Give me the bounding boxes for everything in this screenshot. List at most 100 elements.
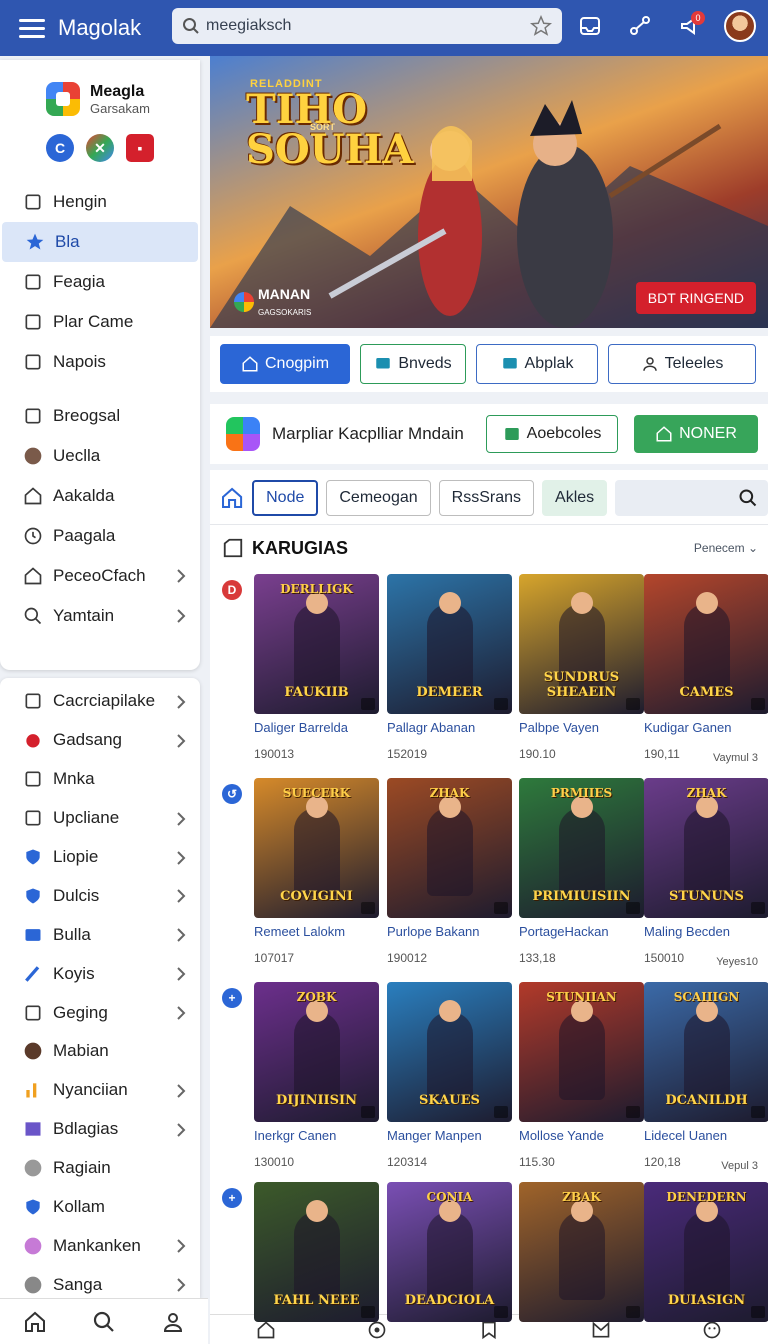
action-button-3[interactable]: Abplak <box>476 344 598 384</box>
game-meta: 190.10 <box>519 747 556 761</box>
sidebar-item-cacrciapilake[interactable]: Cacrciapilake <box>0 682 200 721</box>
sidebar-item-plar-came[interactable]: Plar Came <box>0 302 200 342</box>
chevron-down-icon: ⌄ <box>747 541 758 555</box>
game-card[interactable]: STUNIIAN Mollose Yande 115.30 <box>519 982 644 1169</box>
game-card[interactable]: ZHAK STUNUNS Maling Becden 150010 <box>644 778 768 965</box>
star-icon[interactable] <box>530 15 552 37</box>
search-icon[interactable] <box>92 1310 116 1334</box>
sidebar-item-hengin[interactable]: Hengin <box>0 182 200 222</box>
top-icons: 0 <box>572 8 758 44</box>
chevron-right-icon <box>176 966 186 987</box>
profile-icon[interactable] <box>161 1310 185 1334</box>
sidebar-item-breogsal[interactable]: Breogsal <box>0 396 200 436</box>
sidebar-item-feagia[interactable]: Feagia <box>0 262 200 302</box>
game-card[interactable]: SKAUES Manger Manpen 120314 <box>387 982 512 1169</box>
home-icon[interactable] <box>23 1310 47 1334</box>
action-button-2[interactable]: Bnveds <box>360 344 466 384</box>
sort-dropdown[interactable]: Penecem ⌄ <box>694 541 758 555</box>
sidebar-item-peceocfach[interactable]: PeceoCfach <box>0 556 200 596</box>
folder-icon <box>223 538 243 558</box>
chevron-right-icon <box>176 811 186 832</box>
sidebar-item-label: Ueclla <box>53 446 101 465</box>
c-app-icon[interactable]: C <box>46 134 74 162</box>
filter-chip-3[interactable]: RssSrans <box>438 480 535 516</box>
mail-icon <box>22 1157 44 1179</box>
art-title-text: CAMES <box>679 685 734 700</box>
sidebar-item-bulla[interactable]: Bulla <box>0 915 200 954</box>
character-figure <box>427 808 473 896</box>
sidebar-item-mabian[interactable]: Mabian <box>0 1032 200 1071</box>
game-thumbnail: CAMES <box>644 574 768 714</box>
action-label-3: Abplak <box>524 355 574 372</box>
game-card[interactable]: CONIA DEADCIOLA <box>387 1182 512 1322</box>
sidebar-item-ragiain[interactable]: Ragiain <box>0 1149 200 1188</box>
chat-icon <box>502 358 517 369</box>
sidebar-item-napois[interactable]: Napois <box>0 342 200 382</box>
art-top-text: ZOBK <box>296 990 337 1004</box>
action-button-4[interactable]: Teleeles <box>608 344 756 384</box>
sidebar-item-yamtain[interactable]: Yamtain <box>0 596 200 636</box>
sidebar-item-label: Paagala <box>53 526 116 545</box>
account-header[interactable]: Meagla Garsakam <box>0 60 200 116</box>
notifications-icon[interactable]: 0 <box>672 8 708 44</box>
search-input[interactable] <box>206 17 530 35</box>
sidebar-item-bla[interactable]: Bla <box>2 222 198 262</box>
game-card[interactable]: ZOBK DIJINIISIN Inerkgr Canen 130010 <box>254 982 379 1169</box>
game-card[interactable]: SCAIIIGN DCANILDH Lidecel Uanen 120,18 <box>644 982 768 1169</box>
sidebar-item-upcliane[interactable]: Upcliane <box>0 799 200 838</box>
game-card[interactable]: SUECERK COVIGINI Remeet Lalokm 107017 <box>254 778 379 965</box>
hero-brand-name: MANAN <box>258 286 311 302</box>
game-card[interactable]: ZHAK Purlope Bakann 190012 <box>387 778 512 965</box>
game-card[interactable]: DEMEER Pallagr Abanan 152019 <box>387 574 512 761</box>
sidebar-item-nyanciian[interactable]: Nyanciian <box>0 1071 200 1110</box>
sidebar-item-bdlagias[interactable]: Bdlagias <box>0 1110 200 1149</box>
game-card[interactable]: SUNDRUS SHEAEIN Palbpe Vayen 190.10 <box>519 574 644 761</box>
game-meta: 130010 <box>254 1155 295 1169</box>
sidebar-item-koyis[interactable]: Koyis <box>0 954 200 993</box>
filter-chip-1[interactable]: Node <box>252 480 319 516</box>
promo-button-1[interactable]: Aoebcoles <box>486 415 618 453</box>
action-button-1[interactable]: Cnogpim <box>220 344 350 384</box>
game-meta: 152019 <box>387 747 428 761</box>
game-card[interactable]: CAMES Kudigar Ganen 190,11 <box>644 574 768 761</box>
chevron-right-icon <box>176 733 186 754</box>
sidebar-item-paagala[interactable]: Paagala <box>0 516 200 556</box>
sidebar-item-kollam[interactable]: Kollam <box>0 1188 200 1227</box>
pinwheel-app-icon[interactable]: ✕ <box>86 134 114 162</box>
game-card[interactable]: DENEDERN DUIASIGN <box>644 1182 768 1322</box>
share-icon[interactable] <box>622 8 658 44</box>
sidebar-item-dulcis[interactable]: Dulcis <box>0 876 200 915</box>
menu-button[interactable] <box>10 6 54 50</box>
profile-avatar[interactable] <box>722 8 758 44</box>
character-figure <box>294 1212 340 1300</box>
sidebar-item-geging[interactable]: Geging <box>0 993 200 1032</box>
character-head <box>306 1200 328 1222</box>
home-icon[interactable] <box>220 485 244 511</box>
game-card[interactable]: FAHL NEEE <box>254 1182 379 1322</box>
hero-cta-button[interactable]: BDT RINGEND <box>635 282 756 314</box>
sidebar-item-mankanken[interactable]: Mankanken <box>0 1226 200 1265</box>
sidebar-item-aakalda[interactable]: Aakalda <box>0 476 200 516</box>
sidebar-item-gadsang[interactable]: Gadsang <box>0 721 200 760</box>
game-card[interactable]: PRMIIES PRIMIUISIIN PortageHackan 133,18 <box>519 778 644 965</box>
inbox-icon[interactable] <box>572 8 608 44</box>
game-thumbnail: DENEDERN DUIASIGN <box>644 1182 768 1322</box>
filter-chip-2[interactable]: Cemeogan <box>326 480 431 516</box>
sidebar-item-liopie[interactable]: Liopie <box>0 838 200 877</box>
game-title: Remeet Lalokm <box>254 924 346 939</box>
sidebar-item-ueclla[interactable]: Ueclla <box>0 436 200 476</box>
account-name: Meagla <box>90 82 145 100</box>
filter-search-button[interactable] <box>615 480 768 516</box>
search-bar[interactable] <box>172 8 562 44</box>
chevron-right-icon <box>176 927 186 948</box>
game-card[interactable]: DERLLIGK FAUKIIB Daliger Barrelda 190013 <box>254 574 379 761</box>
shield-icon <box>22 846 44 868</box>
hero-banner[interactable]: RELADDINT TIHO SOUHA SORT MANAN GAGSOKAR… <box>210 56 768 328</box>
promo-button-2[interactable]: NONER <box>634 415 758 453</box>
game-title: Palbpe Vayen <box>519 720 599 735</box>
filter-chip-4[interactable]: Akles <box>542 480 608 516</box>
media-app-icon[interactable]: ▪ <box>126 134 154 162</box>
account-logo-icon <box>46 82 80 116</box>
sidebar-item-mnka[interactable]: Mnka <box>0 760 200 799</box>
game-card[interactable]: ZBAK <box>519 1182 644 1322</box>
